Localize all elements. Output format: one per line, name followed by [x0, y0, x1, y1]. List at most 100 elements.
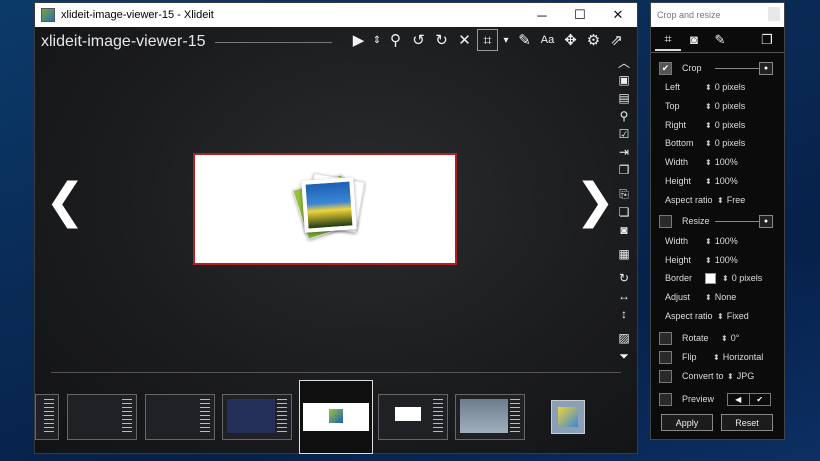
close-icon[interactable]: ✕ [455, 30, 474, 50]
thumbnail[interactable] [551, 400, 585, 434]
spinner-icon[interactable]: ⬍ [721, 334, 728, 343]
crop-height-spinner[interactable]: ⬍ 100% [705, 176, 738, 186]
crop-resize-panel: Crop and resize ⌗ ◙ ✎ ❐ ✔ Crop ● Left ⬍ 0… [650, 2, 785, 440]
resize-height-label: Height [665, 255, 692, 265]
snapshot-icon[interactable]: ◙ [616, 222, 632, 238]
maximize-button[interactable]: ☐ [561, 3, 599, 27]
thumbnail[interactable] [35, 394, 59, 440]
spinner-icon[interactable]: ⬍ [705, 293, 712, 302]
spinner-icon[interactable]: ⬍ [705, 139, 712, 148]
check-icon[interactable]: ☑ [616, 126, 632, 142]
close-button[interactable]: ✕ [599, 3, 637, 27]
adjust-spinner[interactable]: ⬍ None [705, 292, 736, 302]
resize-slider-track[interactable] [715, 221, 759, 222]
left-spinner[interactable]: ⬍ 0 pixels [705, 82, 745, 92]
edit-icon[interactable]: ✎ [515, 30, 534, 50]
camera-tab-icon[interactable]: ◙ [681, 29, 707, 51]
sort-icon[interactable]: ⇕ [372, 30, 382, 50]
convert-checkbox[interactable] [659, 369, 672, 383]
crop-label: Crop [682, 63, 702, 73]
minimize-button[interactable]: ─ [523, 3, 561, 27]
crop-slider-handle[interactable]: ● [759, 61, 773, 75]
settings-icon[interactable]: ⚙ [584, 30, 603, 50]
edit-tab-icon[interactable]: ✎ [707, 29, 733, 51]
preview-back-button[interactable]: ◀ [728, 394, 750, 405]
thumbnail-selected[interactable] [299, 380, 373, 454]
duplicate-icon[interactable]: ❏ [616, 204, 632, 220]
spinner-icon[interactable]: ⬍ [717, 196, 724, 205]
preview-ok-button[interactable]: ✔ [750, 394, 771, 405]
spinner-icon[interactable]: ⬍ [705, 158, 712, 167]
image-icon[interactable]: ▨ [616, 330, 632, 346]
thumbnail[interactable] [378, 394, 448, 440]
thumbnail[interactable] [145, 394, 215, 440]
move-icon[interactable]: ✥ [561, 30, 580, 50]
expand-down-icon[interactable]: ⏷ [616, 348, 632, 364]
next-image-button[interactable]: ❯ [575, 177, 615, 225]
crop-slider-track[interactable] [715, 68, 759, 69]
crop-aspect-spinner[interactable]: ⬍ Free [717, 195, 745, 205]
refresh-icon[interactable]: ↻ [616, 270, 632, 286]
rotate-checkbox[interactable] [659, 331, 672, 345]
right-spinner[interactable]: ⬍ 0 pixels [705, 120, 745, 130]
flip-checkbox[interactable] [659, 350, 672, 364]
thumbnail[interactable] [67, 394, 137, 440]
resize-aspect-spinner[interactable]: ⬍ Fixed [717, 311, 749, 321]
reset-button[interactable]: Reset [721, 414, 773, 431]
top-spinner[interactable]: ⬍ 0 pixels [705, 101, 745, 111]
spinner-icon[interactable]: ⬍ [727, 372, 734, 381]
bottom-spinner[interactable]: ⬍ 0 pixels [705, 138, 745, 148]
panel-close-button[interactable] [768, 7, 780, 21]
previous-image-button[interactable]: ❮ [45, 177, 85, 225]
rotate-label: Rotate [682, 333, 709, 343]
resize-checkbox[interactable] [659, 214, 672, 228]
camera-icon[interactable]: ▣ [616, 72, 632, 88]
rotate-right-icon[interactable]: ↻ [432, 30, 451, 50]
flip-spinner[interactable]: ⬍ Horizontal [713, 352, 763, 362]
spinner-icon[interactable]: ⬍ [705, 102, 712, 111]
resize-aspect-row: Aspect ratio ⬍ Fixed [659, 308, 781, 324]
thumbnail[interactable] [222, 394, 292, 440]
spinner-icon[interactable]: ⬍ [705, 177, 712, 186]
zoom-icon[interactable]: ⚲ [386, 30, 405, 50]
spinner-icon[interactable]: ⬍ [705, 83, 712, 92]
find-icon[interactable]: ⚲ [616, 108, 632, 124]
spinner-icon[interactable]: ⬍ [705, 256, 712, 265]
rotate-spinner[interactable]: ⬍ 0° [721, 333, 739, 343]
rotate-left-icon[interactable]: ↺ [409, 30, 428, 50]
export-icon[interactable]: ⇥ [616, 144, 632, 160]
dropdown-icon[interactable]: ▾ [501, 30, 511, 50]
calendar-icon[interactable]: ▦ [616, 246, 632, 262]
spinner-icon[interactable]: ⬍ [713, 353, 720, 362]
text-icon[interactable]: Aa [538, 30, 557, 50]
fit-height-icon[interactable]: ↕ [616, 306, 632, 322]
fit-width-icon[interactable]: ↔ [616, 288, 632, 304]
spinner-icon[interactable]: ⬍ [717, 312, 724, 321]
spinner-icon[interactable]: ⬍ [705, 121, 712, 130]
copy-icon[interactable]: ❐ [616, 162, 632, 178]
clipboard-icon[interactable]: ▤ [616, 90, 632, 106]
apply-button[interactable]: Apply [661, 414, 713, 431]
spinner-icon[interactable]: ⬍ [705, 237, 712, 246]
play-icon[interactable]: ▶ [349, 30, 368, 50]
resize-width-value: 100% [714, 236, 738, 246]
external-icon[interactable]: ⇗ [607, 30, 626, 50]
convert-spinner[interactable]: ⬍ JPG [727, 371, 754, 381]
window-tab-icon[interactable]: ❐ [754, 29, 780, 51]
resize-slider-handle[interactable]: ● [759, 214, 773, 228]
resize-height-spinner[interactable]: ⬍ 100% [705, 255, 738, 265]
crop-icon[interactable]: ⌗ [477, 29, 498, 51]
title-bar[interactable]: xlideit-image-viewer-15 - Xlideit ─ ☐ ✕ [35, 3, 637, 27]
filmstrip [35, 377, 637, 454]
border-color-swatch[interactable] [705, 272, 716, 284]
crop-width-spinner[interactable]: ⬍ 100% [705, 157, 738, 167]
crop-checkbox[interactable]: ✔ [659, 61, 672, 75]
crop-tab-icon[interactable]: ⌗ [655, 29, 681, 51]
window-title: xlideit-image-viewer-15 - Xlideit [61, 9, 214, 21]
thumbnail[interactable] [455, 394, 525, 440]
paste-icon[interactable]: ⎘ [616, 186, 632, 202]
collapse-up-icon[interactable]: ︿ [616, 54, 632, 70]
spinner-icon[interactable]: ⬍ [722, 274, 729, 283]
preview-checkbox[interactable] [659, 392, 672, 406]
resize-width-spinner[interactable]: ⬍ 100% [705, 236, 738, 246]
